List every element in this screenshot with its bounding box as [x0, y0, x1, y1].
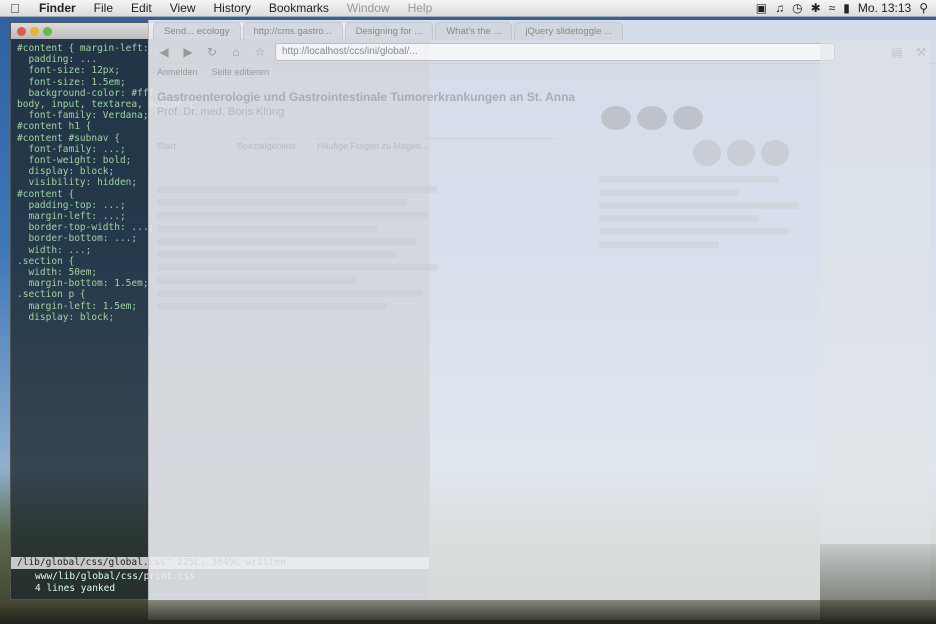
tab-1[interactable]: Send... ecology: [153, 22, 241, 40]
menu-history[interactable]: History: [205, 1, 260, 15]
background-window: [820, 40, 930, 600]
time-machine-icon[interactable]: ◷: [792, 1, 802, 15]
screen-icon[interactable]: ▣: [756, 1, 767, 15]
minimize-icon[interactable]: [30, 26, 39, 36]
back-icon[interactable]: ◀: [155, 43, 173, 61]
nav-item-specialties[interactable]: Spezialgebiete: [237, 138, 307, 151]
menu-view[interactable]: View: [161, 1, 205, 15]
menu-bookmarks[interactable]: Bookmarks: [260, 1, 338, 15]
page-content: Gastroenterologie und Gastrointestinale …: [149, 80, 936, 118]
battery-icon[interactable]: ▮: [843, 1, 850, 15]
wifi-icon[interactable]: ≈: [829, 1, 836, 15]
star-icon[interactable]: ☆: [251, 43, 269, 61]
bookmarks-bar: Anmelden Seite editieren: [149, 64, 936, 80]
url-bar[interactable]: http://localhost/ccs/ini/global/...: [275, 42, 835, 61]
circle-decoration: [761, 140, 789, 166]
menu-window[interactable]: Window: [338, 1, 399, 15]
decorative-circles-2: [693, 140, 789, 166]
browser-toolbar: ◀ ▶ ↻ ⌂ ☆ http://localhost/ccs/ini/globa…: [149, 40, 936, 64]
bookmark-login[interactable]: Anmelden: [157, 67, 198, 77]
nav-item-faq[interactable]: Häufige Fragen zu Magen...: [317, 138, 557, 151]
circle-decoration: [637, 106, 667, 130]
menu-edit[interactable]: Edit: [122, 1, 161, 15]
bluetooth-icon[interactable]: ✱: [811, 1, 821, 15]
music-icon[interactable]: ♫: [775, 1, 784, 15]
menubar-status-area: ▣ ♫ ◷ ✱ ≈ ▮ Mo. 13:13 ⚲: [756, 1, 936, 15]
decorative-circles: [601, 106, 703, 130]
page-nav: Start Spezialgebiete Häufige Fragen zu M…: [157, 138, 557, 151]
desktop-wallpaper-ground: [0, 600, 936, 624]
close-icon[interactable]: [17, 26, 26, 36]
circle-decoration: [727, 140, 755, 166]
circle-decoration: [601, 106, 631, 130]
circle-decoration: [693, 140, 721, 166]
forward-icon[interactable]: ▶: [179, 43, 197, 61]
clock[interactable]: Mo. 13:13: [858, 1, 911, 15]
menu-app[interactable]: Finder: [30, 1, 85, 15]
bookmark-edit-page[interactable]: Seite editieren: [212, 67, 270, 77]
reload-icon[interactable]: ↻: [203, 43, 221, 61]
tab-strip: Send... ecology http://cms.gastro... Des…: [149, 20, 936, 40]
tab-4[interactable]: What's the ...: [435, 22, 513, 40]
menu-help[interactable]: Help: [399, 1, 442, 15]
menu-file[interactable]: File: [85, 1, 122, 15]
tab-2[interactable]: http://cms.gastro...: [242, 22, 343, 40]
circle-decoration: [673, 106, 703, 130]
page-sidebar: [599, 170, 819, 254]
spotlight-icon[interactable]: ⚲: [919, 1, 928, 15]
tab-3[interactable]: Designing for ...: [344, 22, 434, 40]
browser-window[interactable]: Send... ecology http://cms.gastro... Des…: [148, 20, 936, 620]
zoom-icon[interactable]: [43, 26, 52, 36]
tab-5[interactable]: jQuery slidetoggle ...: [514, 22, 623, 40]
menu-bar:  Finder File Edit View History Bookmark…: [0, 0, 936, 17]
home-icon[interactable]: ⌂: [227, 43, 245, 61]
nav-item-start[interactable]: Start: [157, 138, 227, 151]
apple-icon[interactable]: : [0, 1, 30, 16]
